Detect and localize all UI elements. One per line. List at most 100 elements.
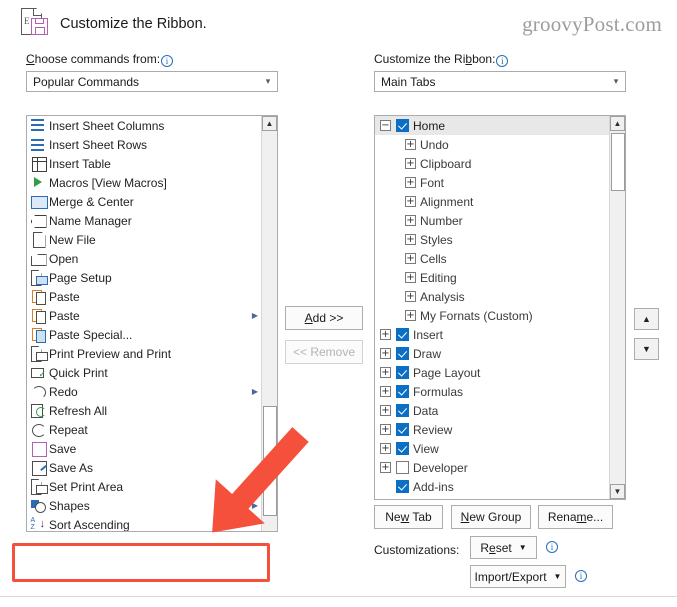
ribbon-tree-item[interactable]: Add-ins (375, 477, 609, 496)
expand-icon[interactable]: + (405, 253, 416, 264)
ribbon-tree-item[interactable]: + Analysis (375, 287, 609, 306)
command-list-item[interactable]: Save (27, 439, 261, 458)
command-list-item[interactable]: ✓ Quick Print (27, 363, 261, 382)
checkbox-unchecked[interactable] (396, 461, 409, 474)
checkbox-checked[interactable] (396, 480, 409, 493)
expand-icon[interactable]: + (380, 405, 391, 416)
command-list-item[interactable]: Save As (27, 458, 261, 477)
info-icon[interactable]: i (161, 55, 174, 67)
expand-icon[interactable]: + (380, 348, 391, 359)
ribbon-tree-item[interactable]: + Cells (375, 249, 609, 268)
ribbon-tree-scrollbar[interactable]: ▲ ▼ (609, 116, 625, 499)
ribbon-tree-item[interactable]: + Developer (375, 458, 609, 477)
expand-icon[interactable]: + (380, 386, 391, 397)
ribbon-tree-listbox[interactable]: − Home + Undo + Clipboard + Font + Alignment + Numb… (374, 115, 626, 500)
expand-icon[interactable]: + (405, 272, 416, 283)
checkbox-checked[interactable] (396, 385, 409, 398)
expand-icon[interactable]: + (380, 329, 391, 340)
checkbox-checked[interactable] (396, 423, 409, 436)
ribbon-tree-item[interactable]: + Formulas (375, 382, 609, 401)
expand-icon[interactable]: + (380, 367, 391, 378)
expand-icon[interactable]: + (405, 177, 416, 188)
ribbon-tree-item[interactable]: +Help (375, 496, 609, 500)
expand-icon[interactable]: + (405, 310, 416, 321)
checkbox-checked[interactable] (396, 366, 409, 379)
command-list-item[interactable]: Name Manager (27, 211, 261, 230)
expand-icon[interactable]: + (405, 196, 416, 207)
expand-icon[interactable]: + (380, 462, 391, 473)
expand-icon[interactable]: + (405, 234, 416, 245)
scroll-up-button[interactable]: ▲ (610, 116, 625, 131)
ribbon-tree-item[interactable]: + Page Layout (375, 363, 609, 382)
command-list-item[interactable]: Page Setup (27, 268, 261, 287)
move-up-button[interactable]: ▲ (634, 308, 659, 330)
rename-button[interactable]: Rename... (538, 505, 613, 529)
remove-button[interactable]: << Remove (285, 340, 363, 364)
ribbon-tree-item[interactable]: + Draw (375, 344, 609, 363)
ribbon-tree-item[interactable]: + Clipboard (375, 154, 609, 173)
command-list-item[interactable]: Paste ▶ (27, 306, 261, 325)
command-list-item[interactable]: New File (27, 230, 261, 249)
ribbon-tree[interactable]: − Home + Undo + Clipboard + Font + Alignment + Numb… (375, 116, 609, 499)
scrollbar-thumb[interactable] (263, 406, 277, 516)
commands-listbox[interactable]: Insert Sheet Columns Insert Sheet Rows Ins… (26, 115, 278, 532)
checkbox-checked[interactable] (396, 442, 409, 455)
ribbon-tree-item[interactable]: + Font (375, 173, 609, 192)
new-tab-button[interactable]: New Tab (374, 505, 443, 529)
insert-sheet-columns-icon (30, 118, 46, 133)
ribbon-tree-item[interactable]: + Number (375, 211, 609, 230)
new-group-button[interactable]: New Group (451, 505, 531, 529)
command-list-item[interactable]: Insert Table (27, 154, 261, 173)
command-list-item[interactable]: A Z ↓ Sort Ascending (27, 515, 261, 531)
add-button[interactable]: Add >> (285, 306, 363, 330)
ribbon-tree-item[interactable]: + Styles (375, 230, 609, 249)
checkbox-checked[interactable] (396, 328, 409, 341)
ribbon-tree-item[interactable]: + View (375, 439, 609, 458)
command-list-item[interactable]: Open (27, 249, 261, 268)
info-icon[interactable]: i (575, 570, 587, 582)
checkbox-checked[interactable] (396, 119, 409, 132)
ribbon-tree-item[interactable]: + My Fornats (Custom) (375, 306, 609, 325)
command-list-item[interactable]: Insert Sheet Rows (27, 135, 261, 154)
ribbon-tree-item[interactable]: + Review (375, 420, 609, 439)
checkbox-checked[interactable] (396, 347, 409, 360)
commands-scrollbar[interactable]: ▲ (261, 116, 277, 531)
command-list-item[interactable]: Repeat (27, 420, 261, 439)
commands-list[interactable]: Insert Sheet Columns Insert Sheet Rows Ins… (27, 116, 261, 531)
expand-icon[interactable]: + (405, 291, 416, 302)
ribbon-tree-item[interactable]: + Editing (375, 268, 609, 287)
ribbon-tree-item[interactable]: + Undo (375, 135, 609, 154)
command-list-item[interactable]: Shapes ▶ (27, 496, 261, 515)
command-list-item[interactable]: Print Preview and Print (27, 344, 261, 363)
merge-center-icon (30, 194, 48, 209)
expand-icon[interactable]: + (405, 139, 416, 150)
ribbon-tree-item[interactable]: + Alignment (375, 192, 609, 211)
command-list-item[interactable]: Paste Special... (27, 325, 261, 344)
info-icon[interactable]: i (546, 541, 558, 553)
scroll-down-button[interactable]: ▼ (610, 484, 625, 499)
expand-icon[interactable]: + (380, 424, 391, 435)
command-list-item[interactable]: Macros [View Macros] (27, 173, 261, 192)
expand-icon[interactable]: + (405, 215, 416, 226)
command-list-item[interactable]: Refresh All (27, 401, 261, 420)
import-export-button[interactable]: Import/Export ▼ (470, 565, 566, 588)
scroll-up-button[interactable]: ▲ (262, 116, 277, 131)
move-down-button[interactable]: ▼ (634, 338, 659, 360)
ribbon-tree-item[interactable]: + Insert (375, 325, 609, 344)
checkbox-checked[interactable] (396, 404, 409, 417)
info-icon[interactable]: i (496, 55, 509, 67)
reset-button[interactable]: Reset ▼ (470, 536, 537, 559)
expand-icon[interactable]: + (405, 158, 416, 169)
scrollbar-thumb[interactable] (611, 133, 625, 191)
command-list-item[interactable]: Redo ▶ (27, 382, 261, 401)
expand-icon[interactable]: + (380, 443, 391, 454)
ribbon-tree-item[interactable]: + Data (375, 401, 609, 420)
command-list-item[interactable]: Set Print Area (27, 477, 261, 496)
collapse-icon[interactable]: − (380, 120, 391, 131)
command-list-item[interactable]: Merge & Center (27, 192, 261, 211)
choose-commands-dropdown[interactable]: Popular Commands ▾ (26, 71, 278, 92)
ribbon-tree-item[interactable]: − Home (375, 116, 609, 135)
command-list-item[interactable]: Insert Sheet Columns (27, 116, 261, 135)
command-list-item[interactable]: Paste (27, 287, 261, 306)
customize-ribbon-dropdown[interactable]: Main Tabs ▾ (374, 71, 626, 92)
